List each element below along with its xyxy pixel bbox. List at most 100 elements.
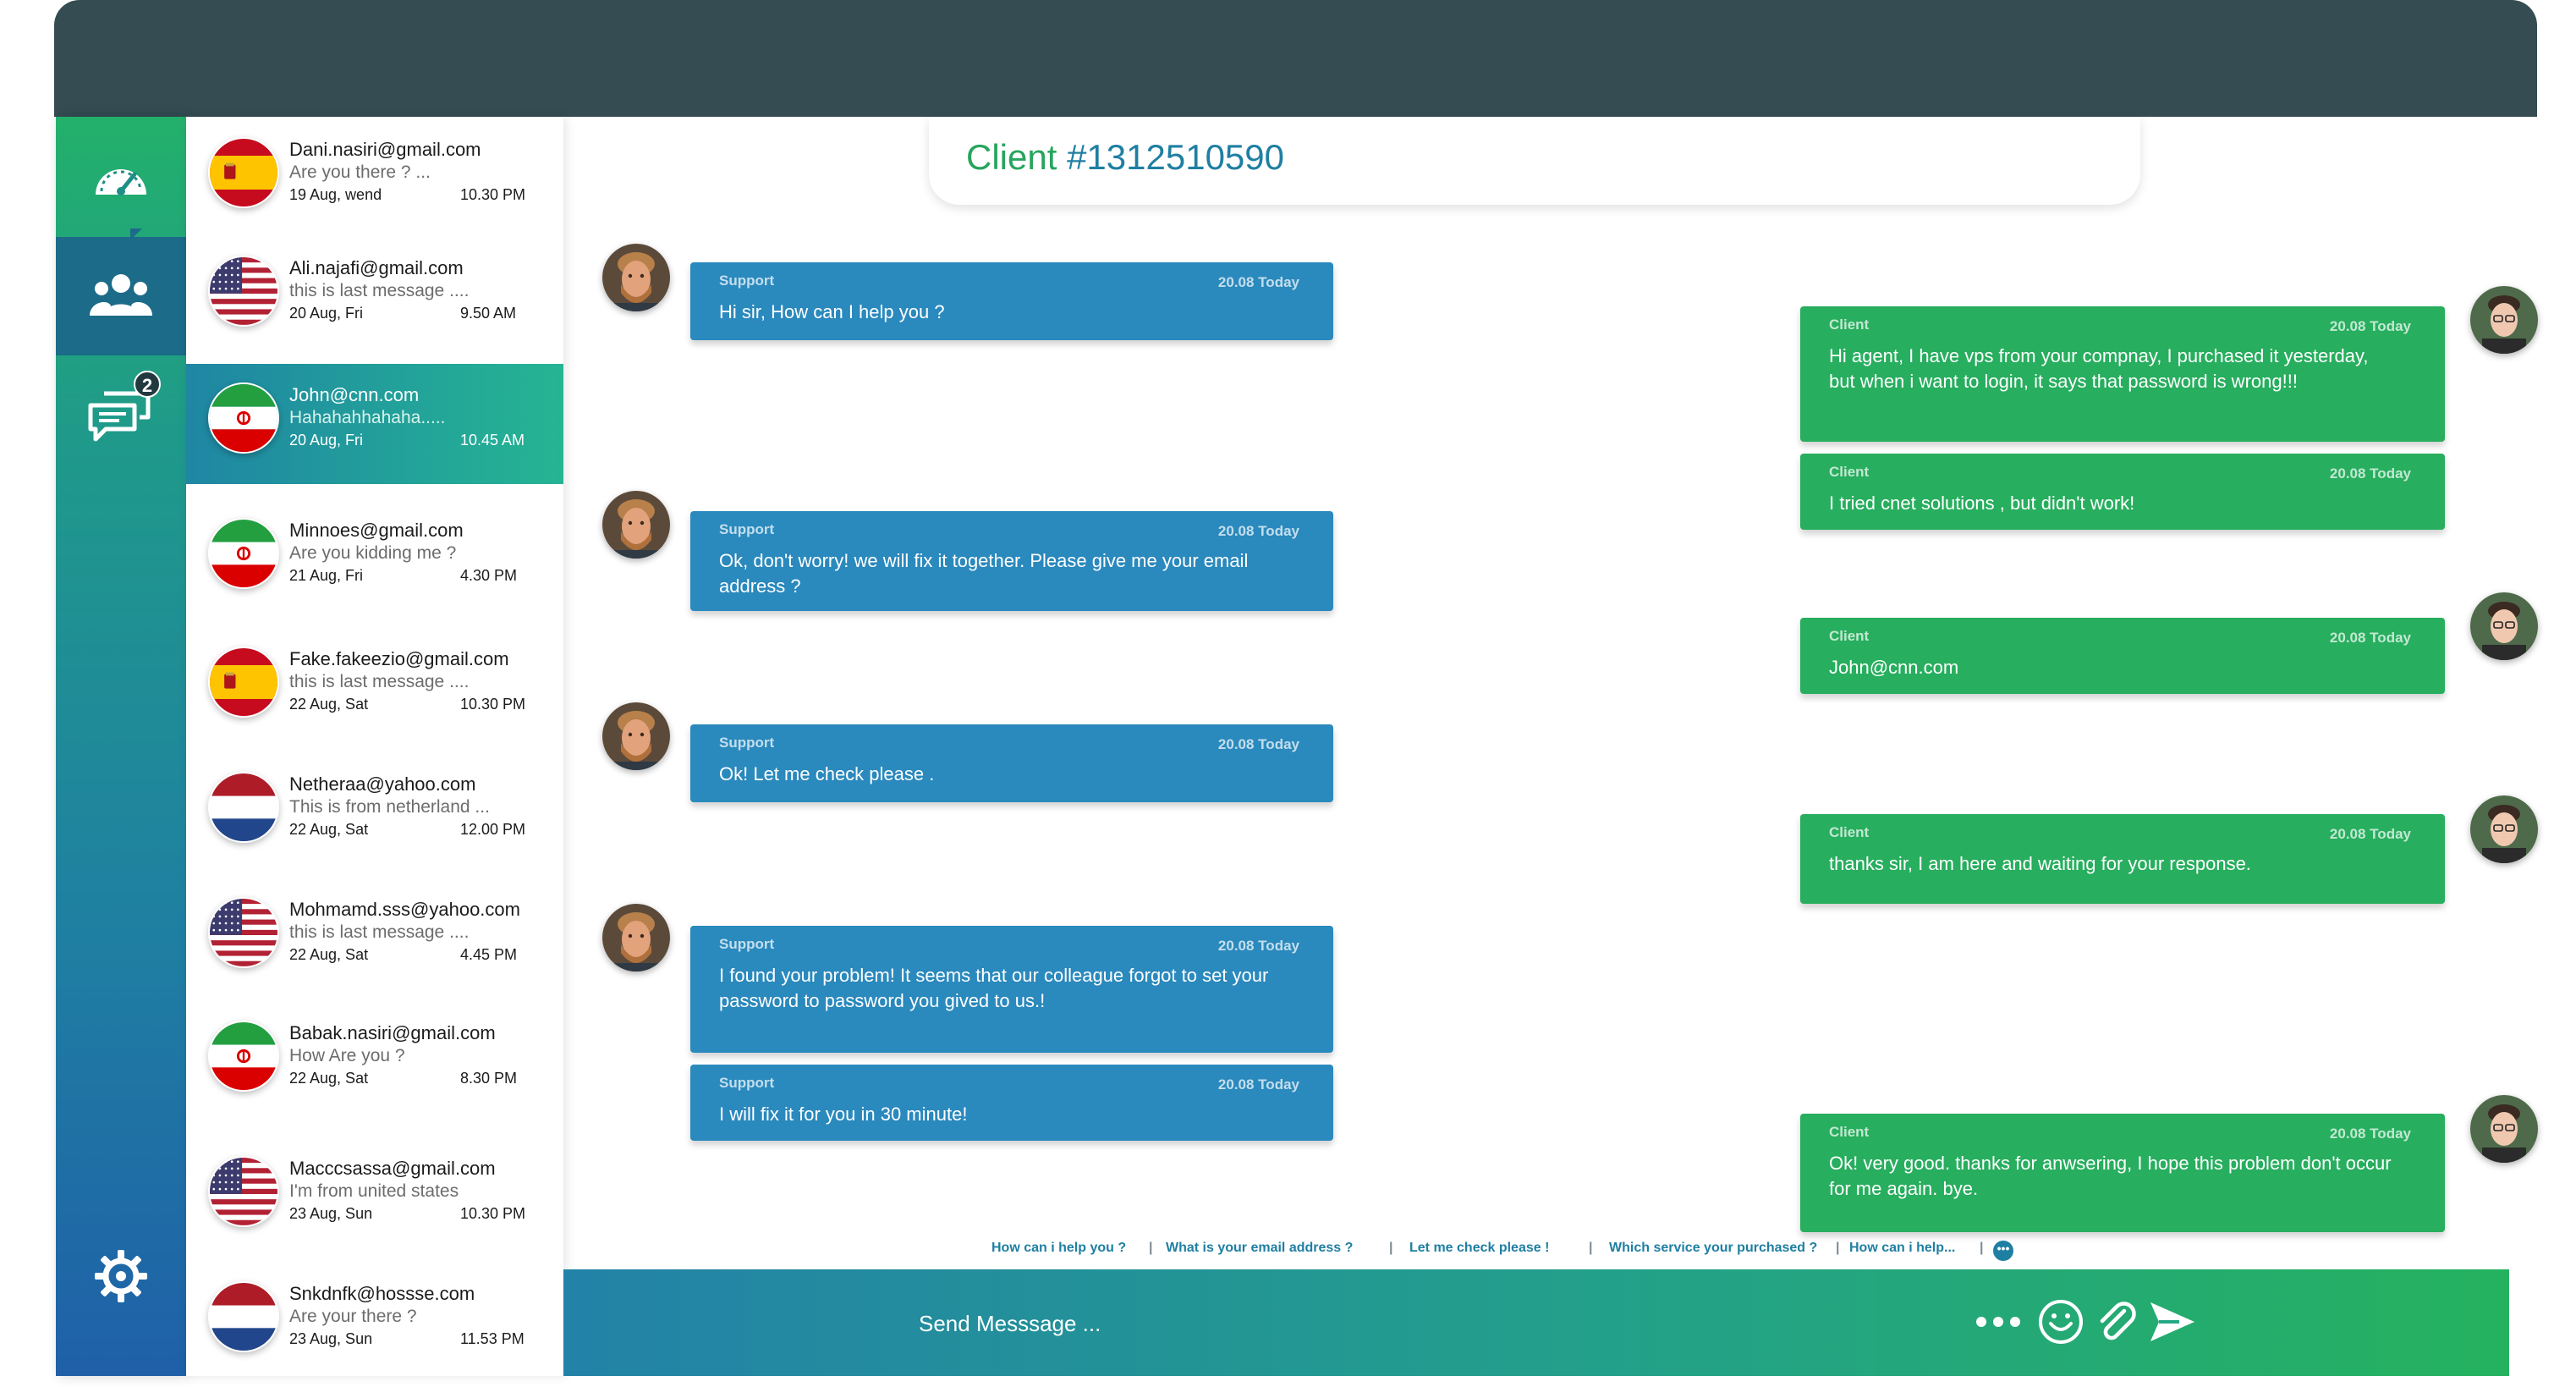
client-message-bubble: Client 20.08 Today I tried cnet solutions … xyxy=(1800,454,2445,530)
message-text: Ok, don't worry! we will fix it together… xyxy=(719,550,1249,597)
flag-usa-icon xyxy=(208,1156,279,1227)
message-time: 20.08 Today xyxy=(1217,938,1299,954)
support-avatar xyxy=(602,491,670,559)
top-bar xyxy=(54,0,2537,117)
message-text: Ok! Let me check please . xyxy=(719,763,935,784)
contact-time: 4.45 PM xyxy=(460,946,518,963)
contact-email: Macccsassa@gmail.com xyxy=(289,1158,496,1179)
message-sender: Client xyxy=(1829,824,1870,840)
contact-time: 10.45 AM xyxy=(460,432,525,449)
contact-time: 8.30 PM xyxy=(460,1070,518,1087)
message-text: I found your problem! It seems that our … xyxy=(719,965,1269,1011)
contact-item[interactable]: Babak.nasiri@gmail.com How Are you ? 22 Au… xyxy=(186,1002,563,1122)
quick-reply-separator: | xyxy=(1589,1241,1593,1255)
contact-email: Netheraa@yahoo.com xyxy=(289,773,476,795)
users-icon xyxy=(90,274,152,316)
more-icon[interactable] xyxy=(1971,1295,2025,1349)
quick-reply[interactable]: Which service your purchased ? xyxy=(1609,1241,1817,1256)
nav-chat[interactable] xyxy=(56,357,186,476)
flag-spain-icon xyxy=(208,647,279,718)
contact-last-message: Hahahahhahaha..... xyxy=(289,408,446,427)
attach-icon[interactable] xyxy=(2090,1295,2144,1349)
contact-item[interactable]: Dani.nasiri@gmail.com Are you there ? ...… xyxy=(186,118,563,239)
client-message-bubble: Client 20.08 Today Ok! very good. thanks f… xyxy=(1800,1114,2445,1232)
message-sender: Support xyxy=(719,1075,775,1091)
client-label: Client xyxy=(966,137,1057,177)
contact-email: Mohmamd.sss@yahoo.com xyxy=(289,899,520,920)
contact-email: Snkdnfk@hossse.com xyxy=(289,1283,475,1304)
message-time: 20.08 Today xyxy=(2329,630,2411,646)
message-sender: Client xyxy=(1829,1124,1870,1140)
contact-time: 11.53 PM xyxy=(460,1330,525,1347)
nav-settings[interactable] xyxy=(56,1217,186,1335)
unread-badge: 2 xyxy=(134,371,161,398)
message-text: thanks sir, I am here and waiting for yo… xyxy=(1829,853,2251,874)
send-icon[interactable] xyxy=(2145,1295,2200,1349)
message-time: 20.08 Today xyxy=(2329,465,2411,482)
sidebar-nav: 2 xyxy=(56,117,186,1376)
support-avatar xyxy=(602,244,670,311)
contact-item[interactable]: Macccsassa@gmail.com I'm from united stat… xyxy=(186,1137,563,1258)
contact-last-message: I'm from united states xyxy=(289,1181,459,1201)
contact-date: 19 Aug, wend xyxy=(289,186,382,203)
message-sender: Support xyxy=(719,272,775,289)
contact-date: 22 Aug, Sat xyxy=(289,946,369,963)
message-text: Ok! very good. thanks for anwsering, I h… xyxy=(1829,1153,2392,1199)
contact-item[interactable]: Ali.najafi@gmail.com this is last message… xyxy=(186,237,563,357)
flag-usa-icon xyxy=(208,256,279,327)
flag-spain-icon xyxy=(208,137,279,208)
message-sender: Support xyxy=(719,936,775,952)
emoji-icon[interactable] xyxy=(2034,1295,2088,1349)
quick-reply[interactable]: How can i help you ? xyxy=(991,1241,1126,1256)
quick-reply[interactable]: Let me check please ! xyxy=(1409,1241,1549,1256)
client-avatar xyxy=(2470,1095,2538,1163)
nav-dashboard[interactable] xyxy=(56,117,186,235)
client-avatar xyxy=(2470,592,2538,660)
flag-usa-icon xyxy=(208,897,279,968)
quick-reply-separator: | xyxy=(1149,1241,1153,1255)
contact-time: 10.30 PM xyxy=(460,696,526,713)
nav-users[interactable] xyxy=(56,237,186,355)
contact-email: Ali.najafi@gmail.com xyxy=(289,257,464,278)
contact-last-message: this is last message .... xyxy=(289,281,470,300)
contact-email: Minnoes@gmail.com xyxy=(289,520,464,541)
message-time: 20.08 Today xyxy=(1217,274,1299,290)
contact-item[interactable]: Netheraa@yahoo.com This is from netherlan… xyxy=(186,753,563,873)
quick-reply[interactable]: How can i help... xyxy=(1849,1241,1955,1256)
contact-list: Dani.nasiri@gmail.com Are you there ? ...… xyxy=(186,117,563,1376)
contact-email: Fake.fakeezio@gmail.com xyxy=(289,648,509,669)
message-sender: Client xyxy=(1829,464,1870,480)
message-text: Hi agent, I have vps from your compnay, … xyxy=(1829,345,2369,392)
message-text: I will fix it for you in 30 minute! xyxy=(719,1104,968,1125)
contact-email: Dani.nasiri@gmail.com xyxy=(289,139,481,160)
client-avatar xyxy=(2470,286,2538,354)
contact-item[interactable]: Snkdnfk@hossse.com Are your there ? 23 Aug… xyxy=(186,1263,563,1383)
support-message-bubble: Support 20.08 Today I will fix it for you … xyxy=(690,1065,1333,1141)
contact-time: 12.00 PM xyxy=(460,821,526,838)
contact-item[interactable]: John@cnn.com Hahahahhahaha..... 20 Aug, Fr… xyxy=(186,364,563,484)
contact-item[interactable]: Minnoes@gmail.com Are you kidding me ? 21 … xyxy=(186,499,563,619)
contact-last-message: Are you kidding me ? xyxy=(289,543,457,563)
quick-reply[interactable]: What is your email address ? xyxy=(1166,1241,1353,1256)
support-message-bubble: Support 20.08 Today Ok, don't worry! we wi… xyxy=(690,511,1333,611)
contact-last-message: This is from netherland ... xyxy=(289,797,490,817)
settings-icon xyxy=(95,1250,147,1302)
contact-email: Babak.nasiri@gmail.com xyxy=(289,1022,496,1043)
message-sender: Client xyxy=(1829,316,1870,333)
message-time: 20.08 Today xyxy=(2329,1126,2411,1142)
quick-reply-separator: | xyxy=(1389,1241,1393,1255)
nav-active-notch xyxy=(130,228,142,240)
contact-item[interactable]: Mohmamd.sss@yahoo.com this is last messag… xyxy=(186,878,563,999)
flag-iran-icon xyxy=(208,518,279,589)
message-time: 20.08 Today xyxy=(2329,318,2411,334)
contact-date: 22 Aug, Sat xyxy=(289,696,369,713)
more-replies-icon[interactable]: ••• xyxy=(1993,1241,2013,1261)
message-time: 20.08 Today xyxy=(1217,1076,1299,1093)
client-avatar xyxy=(2470,795,2538,863)
contact-item[interactable]: Fake.fakeezio@gmail.com this is last mess… xyxy=(186,628,563,748)
contact-time: 4.30 PM xyxy=(460,567,518,584)
support-avatar xyxy=(602,702,670,770)
support-avatar xyxy=(602,904,670,971)
dashboard-icon xyxy=(96,169,146,195)
contact-date: 21 Aug, Fri xyxy=(289,567,364,584)
